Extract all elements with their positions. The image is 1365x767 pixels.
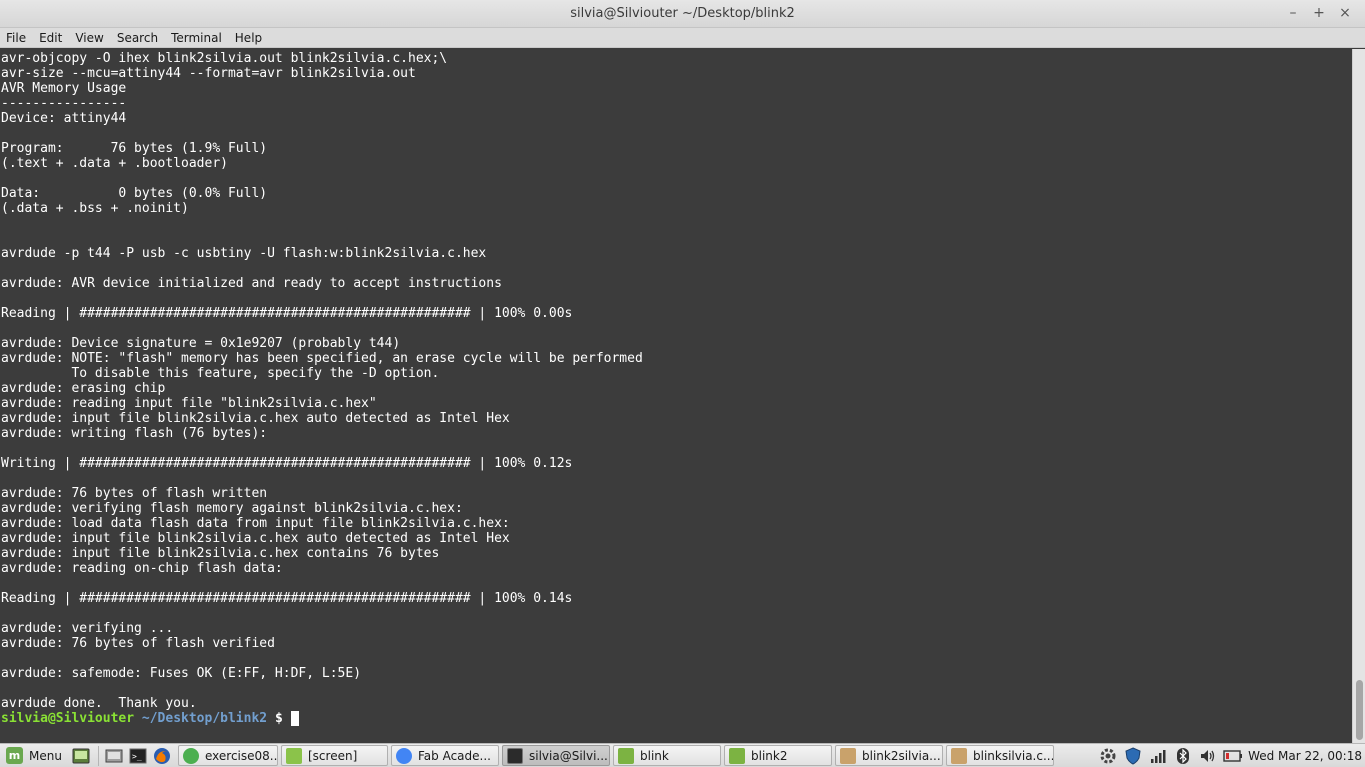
prompt-symbol: $ <box>274 711 283 726</box>
chrome-icon <box>396 747 412 764</box>
task-label: exercise08... <box>205 748 278 763</box>
text-editor-icon <box>951 747 967 764</box>
menu-view[interactable]: View <box>75 31 103 45</box>
chrome-icon <box>183 747 199 764</box>
minimize-button[interactable]: – <box>1285 4 1301 22</box>
menu-edit[interactable]: Edit <box>39 31 62 45</box>
scrollbar-thumb[interactable] <box>1356 680 1363 740</box>
terminal-prompt[interactable]: silvia@Silviouter ~/Desktop/blink2 $ <box>1 711 1352 726</box>
menu-terminal[interactable]: Terminal <box>171 31 222 45</box>
close-button[interactable]: × <box>1337 4 1353 22</box>
network-signal-icon[interactable] <box>1148 746 1168 766</box>
folder-icon <box>729 747 745 764</box>
start-menu-button[interactable]: m Menu <box>0 744 70 767</box>
task-blink2[interactable]: blink2 <box>724 745 832 766</box>
task-label: blink2silvia... <box>862 748 941 763</box>
folder-icon <box>286 747 302 764</box>
file-manager-launcher-icon[interactable] <box>103 745 125 767</box>
menu-search[interactable]: Search <box>117 31 158 45</box>
text-cursor <box>290 711 299 726</box>
window-title: silvia@Silviouter ~/Desktop/blink2 <box>570 6 795 21</box>
task-label: blink <box>640 748 669 763</box>
show-desktop-icon[interactable] <box>70 745 92 767</box>
terminal-icon <box>507 747 523 764</box>
shield-icon[interactable] <box>1123 746 1143 766</box>
svg-text:>_: >_ <box>132 752 142 761</box>
folder-icon <box>618 747 634 764</box>
maximize-button[interactable]: + <box>1311 4 1327 22</box>
bluetooth-icon[interactable] <box>1173 746 1193 766</box>
text-editor-icon <box>840 747 856 764</box>
task-blink2silvia[interactable]: blink2silvia... <box>835 745 943 766</box>
terminal-view[interactable]: avr-objcopy -O ihex blink2silvia.out bli… <box>0 49 1352 743</box>
terminal-scrollbar[interactable] <box>1352 49 1365 743</box>
terminal-launcher-icon[interactable]: >_ <box>127 745 149 767</box>
system-tray: Wed Mar 22, 00:18 <box>1098 744 1365 767</box>
menu-help[interactable]: Help <box>235 31 262 45</box>
firefox-launcher-icon[interactable] <box>151 745 173 767</box>
mint-logo-icon: m <box>6 747 23 764</box>
prompt-path: ~/Desktop/blink2 <box>141 711 268 726</box>
task-label: blink2 <box>751 748 788 763</box>
task-label: silvia@Silvi... <box>529 748 608 763</box>
task-label: Fab Acade... <box>418 748 491 763</box>
task-label: blinksilvia.c... <box>973 748 1054 763</box>
volume-icon[interactable] <box>1198 746 1218 766</box>
task-screen[interactable]: [screen] <box>281 745 388 766</box>
terminal-output: avr-objcopy -O ihex blink2silvia.out bli… <box>1 51 643 711</box>
start-menu-label: Menu <box>29 748 62 763</box>
task-fab-academy[interactable]: Fab Acade... <box>391 745 499 766</box>
task-exercise08[interactable]: exercise08... <box>178 745 278 766</box>
window-titlebar[interactable]: silvia@Silviouter ~/Desktop/blink2 – + × <box>0 0 1365 28</box>
prompt-user: silvia@Silviouter <box>1 711 135 726</box>
taskbar-separator <box>98 745 99 766</box>
menu-file[interactable]: File <box>6 31 26 45</box>
menubar: File Edit View Search Terminal Help <box>0 28 1365 48</box>
clock[interactable]: Wed Mar 22, 00:18 <box>1248 749 1362 763</box>
task-blink[interactable]: blink <box>613 745 721 766</box>
task-label: [screen] <box>308 748 358 763</box>
taskbar: m Menu >_ exercise08... [screen] Fab Aca… <box>0 743 1365 767</box>
settings-gear-icon[interactable] <box>1098 746 1118 766</box>
battery-icon[interactable] <box>1223 746 1243 766</box>
task-terminal[interactable]: silvia@Silvi... <box>502 745 610 766</box>
task-blinksilvia[interactable]: blinksilvia.c... <box>946 745 1054 766</box>
